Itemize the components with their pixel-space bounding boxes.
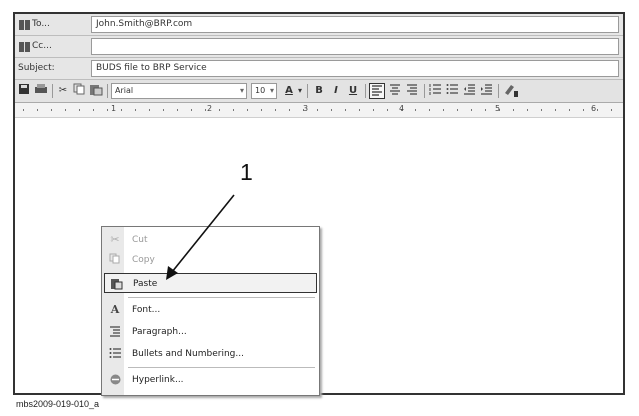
figure-caption: mbs2009-019-010_a	[16, 399, 100, 409]
callout-arrow	[166, 194, 235, 280]
